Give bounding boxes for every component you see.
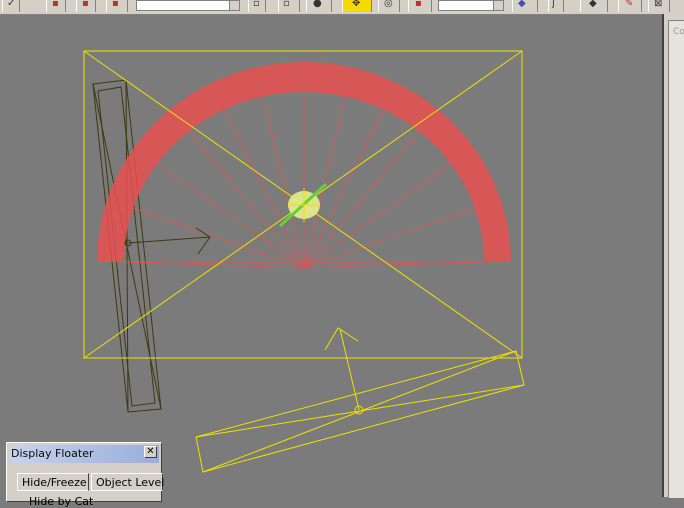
- material-editor-icon[interactable]: ✎: [618, 0, 642, 12]
- layer-manager-icon[interactable]: ◆: [512, 0, 538, 12]
- main-toolbar: ✓ ▪ ▪ ▪ ▫ ▫ ● ✥ ◎ ▪ ◆ ʃ ◆ ✎ ⊠: [0, 0, 684, 15]
- tab-object-level[interactable]: Object Level: [91, 473, 164, 491]
- selected-rotated-box[interactable]: [195, 327, 525, 473]
- align-icon[interactable]: ▫: [248, 0, 266, 12]
- window-crossing-icon[interactable]: ▪: [106, 0, 128, 12]
- display-floater-window: Display Floater ✕ Hide/Freeze Object Lev…: [6, 442, 164, 508]
- mirror-icon[interactable]: ●: [306, 0, 332, 12]
- select-region-icon[interactable]: ▪: [76, 0, 96, 12]
- display-floater-title[interactable]: Display Floater: [9, 445, 159, 463]
- selection-filter-dropdown[interactable]: [136, 0, 240, 11]
- command-panel-body: Co: [668, 20, 684, 498]
- select-icon[interactable]: ✓: [2, 0, 20, 12]
- chevron-down-icon: [229, 1, 239, 10]
- reference-coord-dropdown[interactable]: [438, 0, 504, 11]
- light-source-icon[interactable]: [278, 182, 328, 228]
- tab-hide-freeze[interactable]: Hide/Freeze: [17, 473, 89, 491]
- curve-editor-icon[interactable]: ʃ: [548, 0, 564, 12]
- schematic-icon[interactable]: ◆: [580, 0, 608, 12]
- command-panel-label: Co: [673, 27, 684, 37]
- close-icon[interactable]: ✕: [144, 446, 157, 458]
- render-icon[interactable]: ⊠: [648, 0, 670, 12]
- rotate-icon[interactable]: ◎: [378, 0, 400, 12]
- scale-icon[interactable]: ▪: [408, 0, 432, 12]
- spotlight-cone[interactable]: [97, 62, 511, 269]
- command-panel: Co: [662, 14, 684, 498]
- display-floater-title-text: Display Floater: [11, 447, 94, 460]
- move-icon[interactable]: ✥: [342, 0, 372, 12]
- viewport[interactable]: [0, 14, 662, 497]
- chevron-down-icon: [493, 1, 503, 10]
- snap-icon[interactable]: ▫: [278, 0, 300, 12]
- select-by-name-icon[interactable]: ▪: [46, 0, 66, 12]
